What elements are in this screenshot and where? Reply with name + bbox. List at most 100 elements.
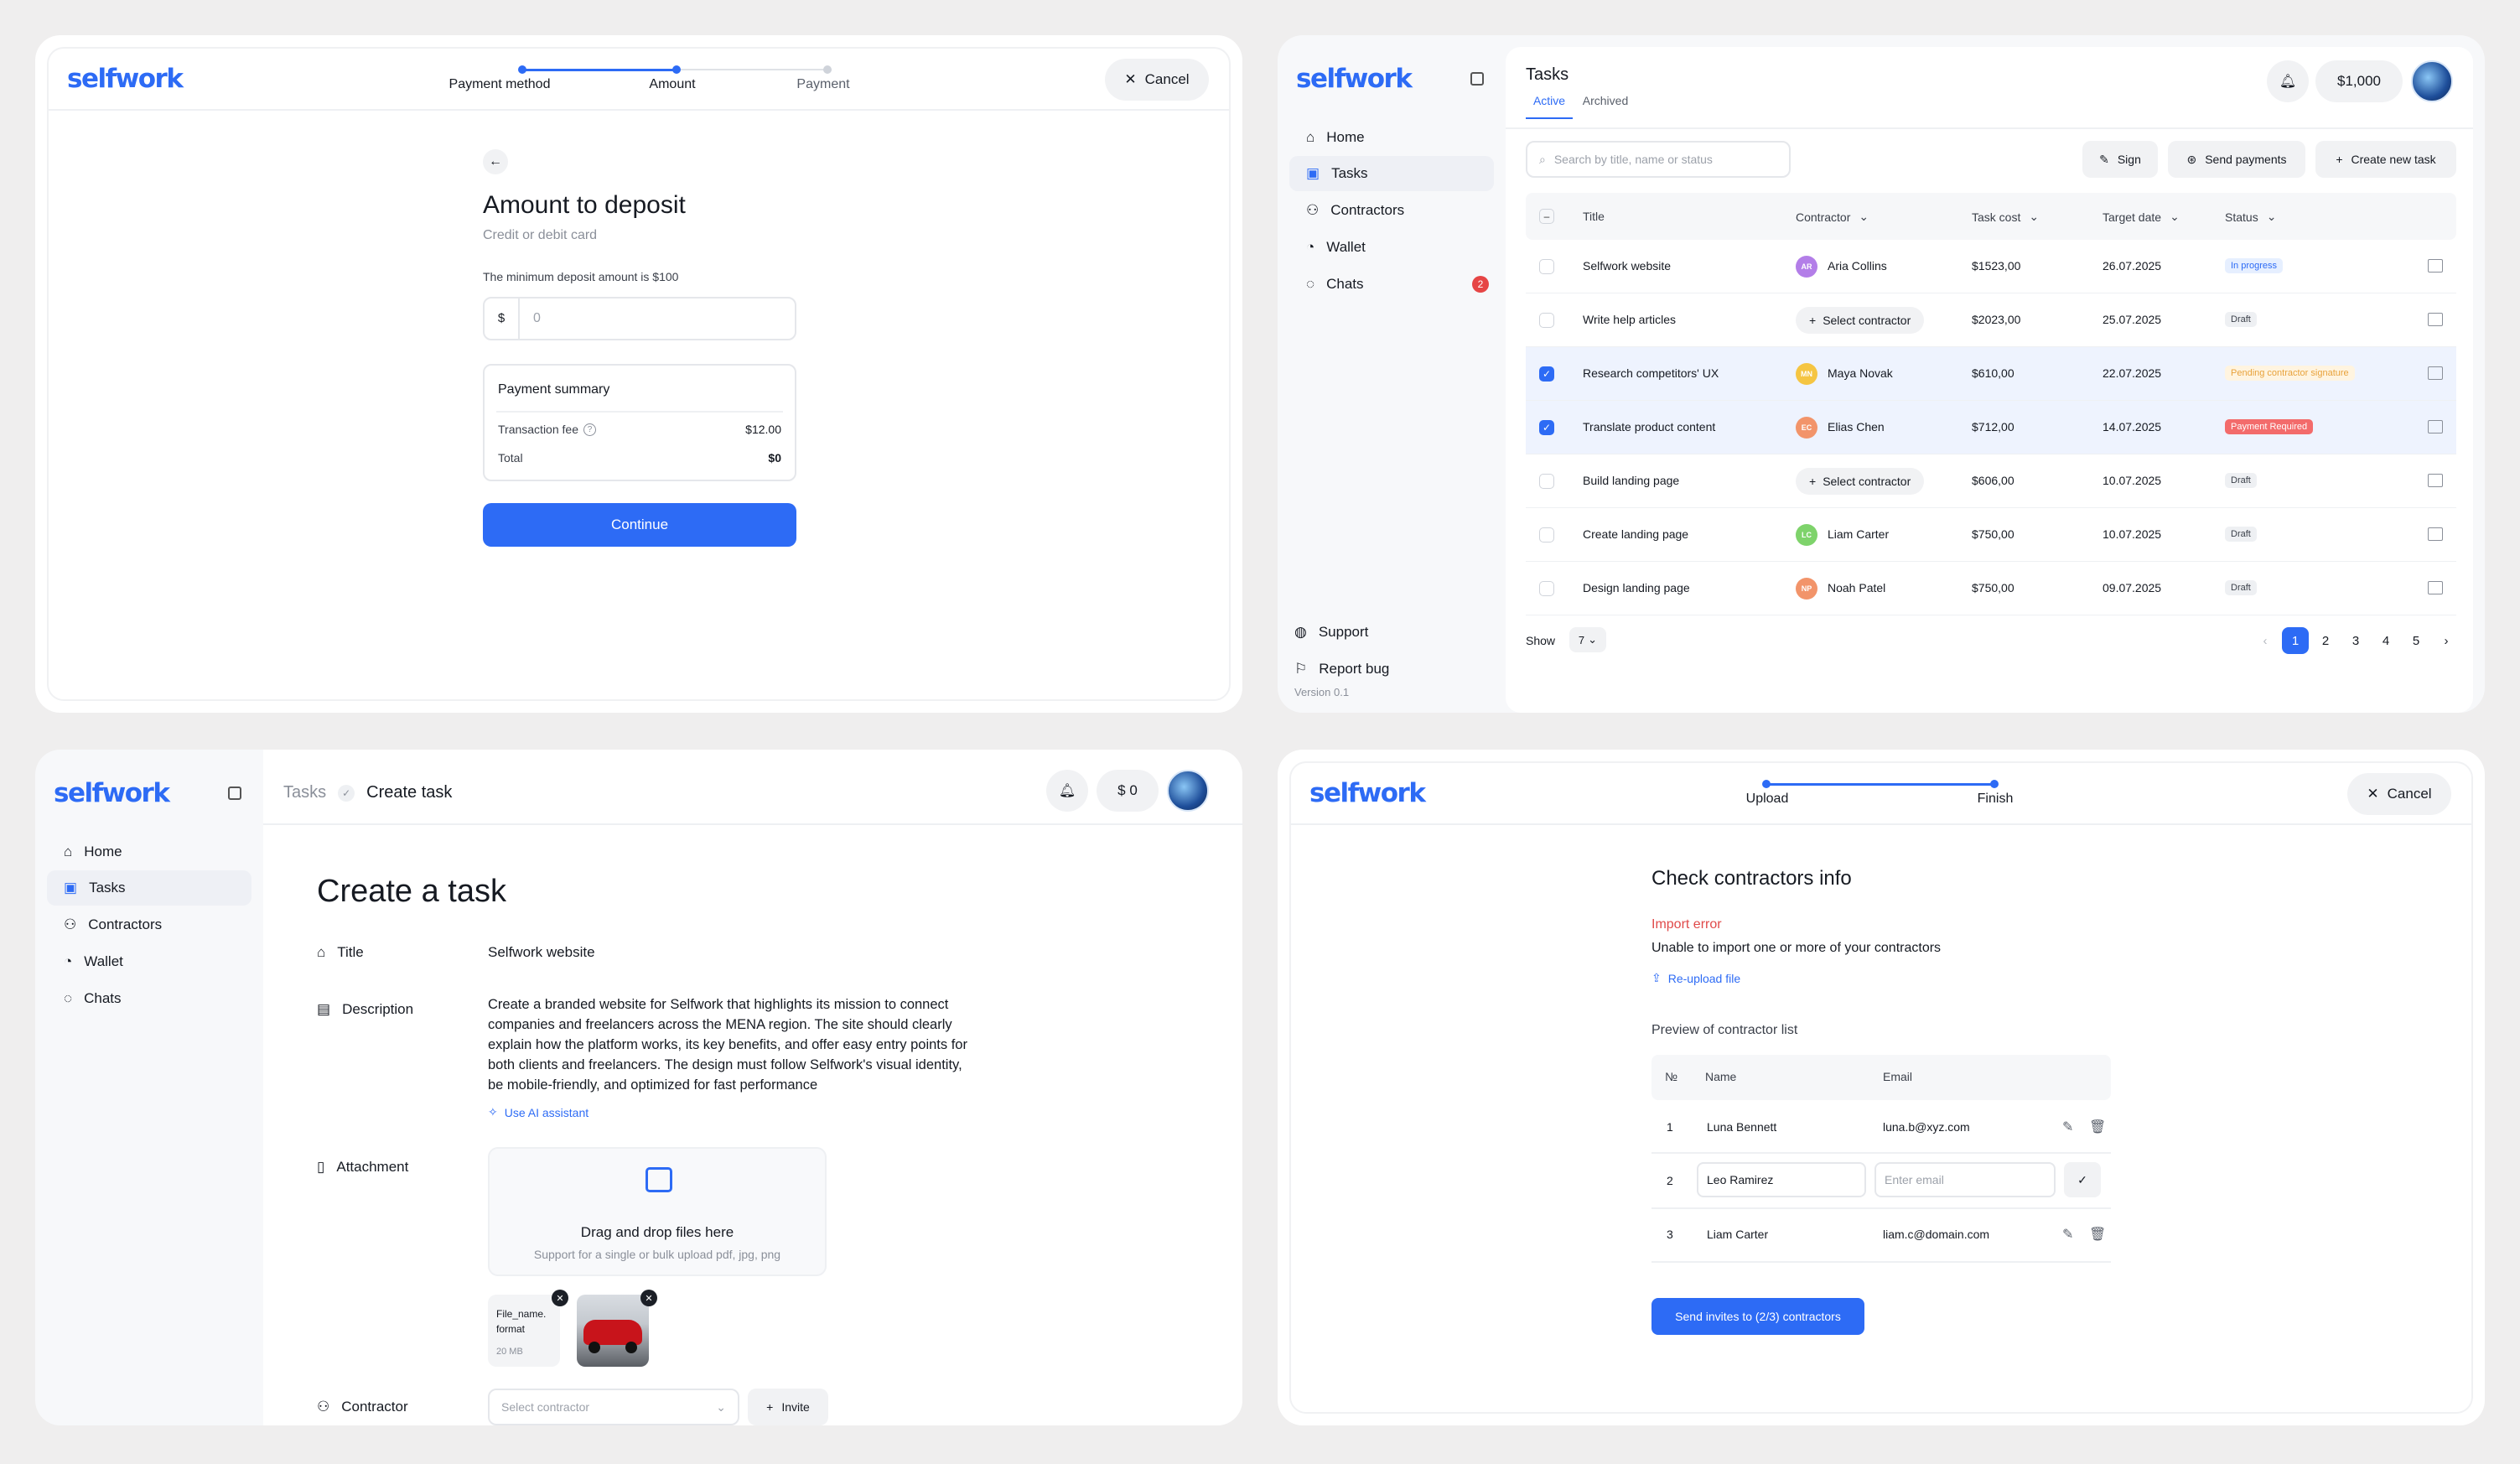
email-input[interactable]: Enter email (1874, 1162, 2056, 1197)
archive-icon[interactable] (2428, 581, 2443, 594)
send-payments-button[interactable]: ⊛ Send payments (2168, 141, 2305, 178)
row-checkbox[interactable]: ✓ (1539, 420, 1554, 435)
next-page-button[interactable]: › (2433, 627, 2460, 654)
search-input[interactable]: ⌕ Search by title, name or status (1526, 141, 1791, 178)
contractor-name[interactable]: Liam Carter (1828, 527, 1889, 541)
dropzone[interactable]: Drag and drop files here Support for a s… (488, 1147, 827, 1276)
contractor-name[interactable]: Noah Patel (1828, 581, 1885, 594)
sidebar-item-tasks[interactable]: ▣ Tasks (47, 870, 251, 906)
avatar[interactable] (1167, 770, 1209, 812)
sidebar-item-wallet[interactable]: ◔ Wallet (47, 944, 251, 979)
remove-file-button[interactable]: ✕ (552, 1290, 568, 1306)
reupload-link[interactable]: ⇪ Re-upload file (1651, 971, 1740, 985)
image-thumbnail[interactable] (577, 1295, 649, 1367)
logo[interactable]: selfwork (1296, 64, 1413, 94)
amount-input[interactable]: 0 (520, 311, 541, 326)
col-title[interactable]: Title (1583, 210, 1605, 223)
contractor-name[interactable]: Maya Novak (1828, 366, 1893, 380)
sign-button[interactable]: ✎ Sign (2082, 141, 2158, 178)
contractor-name[interactable]: Elias Chen (1828, 420, 1885, 433)
task-title[interactable]: Design landing page (1583, 581, 1690, 594)
sidebar-toggle-icon[interactable] (228, 787, 241, 800)
archive-icon[interactable] (2428, 366, 2443, 380)
sidebar-toggle-icon[interactable] (1470, 72, 1484, 86)
name-input[interactable]: Leo Ramirez (1697, 1162, 1866, 1197)
task-title[interactable]: Create landing page (1583, 527, 1688, 541)
avatar[interactable] (2411, 60, 2453, 102)
page-3[interactable]: 3 (2342, 627, 2369, 654)
sidebar-item-report-bug[interactable]: ⚐ Report bug (1278, 652, 1482, 686)
page-1[interactable]: 1 (2282, 627, 2309, 654)
archive-icon[interactable] (2428, 420, 2443, 433)
archive-icon[interactable] (2428, 313, 2443, 326)
tab-active[interactable]: Active (1526, 94, 1573, 119)
page-4[interactable]: 4 (2372, 627, 2399, 654)
prev-page-button[interactable]: ‹ (2252, 627, 2279, 654)
file-card[interactable]: File_name. format 20 MB (488, 1295, 560, 1367)
send-invites-button[interactable]: Send invites to (2/3) contractors (1651, 1298, 1864, 1335)
row-checkbox[interactable] (1539, 581, 1554, 596)
archive-icon[interactable] (2428, 527, 2443, 541)
row-checkbox[interactable] (1539, 259, 1554, 274)
trash-icon[interactable]: 🗑︎ (2089, 1119, 2106, 1135)
breadcrumb-parent[interactable]: Tasks (283, 783, 326, 802)
task-title[interactable]: Translate product content (1583, 420, 1715, 433)
logo[interactable]: selfwork (67, 64, 184, 94)
row-checkbox[interactable]: ✓ (1539, 366, 1554, 382)
sidebar-item-contractors[interactable]: ⚇ Contractors (47, 907, 251, 942)
row-checkbox[interactable] (1539, 474, 1554, 489)
col-contractor[interactable]: Contractor ⌄ (1796, 210, 1869, 224)
sidebar-item-home[interactable]: ⌂ Home (1289, 121, 1494, 154)
logo[interactable]: selfwork (1309, 778, 1426, 808)
select-contractor-button[interactable]: + Select contractor (1796, 307, 1925, 334)
create-task-button[interactable]: + Create new task (2315, 141, 2456, 178)
cancel-button[interactable]: ✕ Cancel (1105, 59, 1209, 101)
help-icon[interactable]: ? (583, 423, 596, 436)
page-size-select[interactable]: 7 ⌄ (1569, 627, 1606, 652)
ai-assistant-link[interactable]: ✧ Use AI assistant (488, 1105, 589, 1119)
select-all-checkbox[interactable]: – (1539, 209, 1554, 224)
page-5[interactable]: 5 (2403, 627, 2429, 654)
task-title[interactable]: Research competitors' UX (1583, 366, 1719, 380)
balance-button[interactable]: $ 0 (1097, 770, 1159, 812)
trash-icon[interactable]: 🗑︎ (2089, 1226, 2106, 1243)
tab-archived[interactable]: Archived (1576, 94, 1635, 119)
col-status[interactable]: Status ⌄ (2225, 210, 2276, 224)
invite-button[interactable]: + Invite (748, 1389, 828, 1425)
task-title[interactable]: Selfwork website (1583, 259, 1671, 273)
task-title[interactable]: Write help articles (1583, 313, 1676, 326)
row-checkbox[interactable] (1539, 313, 1554, 328)
sidebar-item-contractors[interactable]: ⚇ Contractors (1289, 193, 1494, 228)
sidebar-item-support[interactable]: ◍ Support (1278, 615, 1482, 649)
continue-button[interactable]: Continue (483, 503, 796, 547)
notifications-button[interactable]: 🔔︎ (2267, 60, 2309, 102)
archive-icon[interactable] (2428, 474, 2443, 487)
page-2[interactable]: 2 (2312, 627, 2339, 654)
title-value[interactable]: Selfwork website (488, 944, 595, 961)
edit-icon[interactable]: ✎ (2062, 1119, 2073, 1135)
amount-field[interactable]: $ 0 (483, 297, 796, 340)
task-title[interactable]: Build landing page (1583, 474, 1679, 487)
select-contractor-button[interactable]: + Select contractor (1796, 468, 1925, 495)
row-checkbox[interactable] (1539, 527, 1554, 543)
select-contractor-label: Select contractor (1823, 475, 1911, 488)
edit-icon[interactable]: ✎ (2062, 1226, 2073, 1243)
description-value[interactable]: Create a branded website for Selfwork th… (488, 994, 974, 1095)
logo[interactable]: selfwork (54, 778, 170, 808)
contractor-name[interactable]: Aria Collins (1828, 259, 1887, 273)
sidebar-item-chats[interactable]: ◌ Chats (1289, 267, 1494, 302)
balance-button[interactable]: $1,000 (2315, 60, 2403, 102)
cancel-button[interactable]: ✕ Cancel (2347, 773, 2451, 815)
sidebar-item-home[interactable]: ⌂ Home (47, 835, 251, 869)
sidebar-item-tasks[interactable]: ▣ Tasks (1289, 156, 1494, 191)
col-date[interactable]: Target date ⌄ (2103, 210, 2180, 224)
notifications-button[interactable]: 🔔︎ (1046, 770, 1088, 812)
sidebar-item-wallet[interactable]: ◔ Wallet (1289, 230, 1494, 265)
col-cost[interactable]: Task cost ⌄ (1972, 210, 2039, 224)
contractor-select[interactable]: Select contractor ⌄ (488, 1389, 739, 1425)
confirm-row-button[interactable]: ✓ (2064, 1162, 2101, 1197)
sidebar-item-chats[interactable]: ◌ Chats (47, 981, 251, 1016)
remove-image-button[interactable]: ✕ (640, 1290, 657, 1306)
archive-icon[interactable] (2428, 259, 2443, 273)
back-button[interactable]: ← (483, 149, 508, 174)
